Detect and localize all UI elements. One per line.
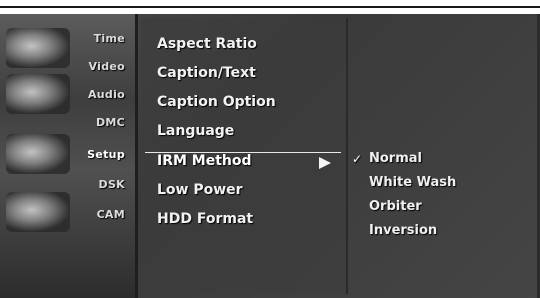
category-sidebar: Time Video Audio DMC Setup DSK CAM	[0, 14, 138, 298]
menu-item-caption-text[interactable]: Caption/Text	[157, 65, 256, 81]
menu-item-caption-option[interactable]: Caption Option	[157, 94, 276, 110]
menu-item-hdd-format[interactable]: HDD Format	[157, 211, 253, 227]
menu-item-aspect-ratio[interactable]: Aspect Ratio	[157, 36, 257, 52]
category-art-image	[6, 192, 70, 232]
sidebar-item-dmc[interactable]: DMC	[96, 116, 125, 129]
menu-item-language[interactable]: Language	[157, 123, 234, 139]
category-art-image	[6, 74, 70, 114]
option-normal[interactable]: Normal	[369, 151, 422, 166]
sidebar-footer-hint	[8, 282, 128, 292]
sidebar-item-time[interactable]: Time	[94, 32, 125, 45]
option-inversion[interactable]: Inversion	[369, 223, 437, 238]
sidebar-item-video[interactable]: Video	[89, 60, 125, 73]
sidebar-item-setup[interactable]: Setup	[87, 148, 125, 161]
setup-menu-panel: Aspect Ratio Caption/Text Caption Option…	[141, 18, 348, 294]
sidebar-item-cam[interactable]: CAM	[97, 208, 125, 221]
menu-item-low-power[interactable]: Low Power	[157, 182, 243, 198]
category-art-image	[6, 28, 70, 68]
sidebar-item-audio[interactable]: Audio	[88, 88, 125, 101]
checkmark-icon: ✓	[352, 152, 363, 166]
top-border-line	[0, 6, 540, 8]
osd-screen: Time Video Audio DMC Setup DSK CAM Aspec…	[0, 14, 540, 298]
category-art-image	[6, 134, 70, 174]
menu-item-irm-method[interactable]: IRM Method	[157, 153, 252, 169]
sidebar-item-dsk[interactable]: DSK	[99, 178, 125, 191]
option-white-wash[interactable]: White Wash	[369, 175, 456, 190]
option-orbiter[interactable]: Orbiter	[369, 199, 422, 214]
submenu-arrow-icon	[319, 157, 331, 169]
